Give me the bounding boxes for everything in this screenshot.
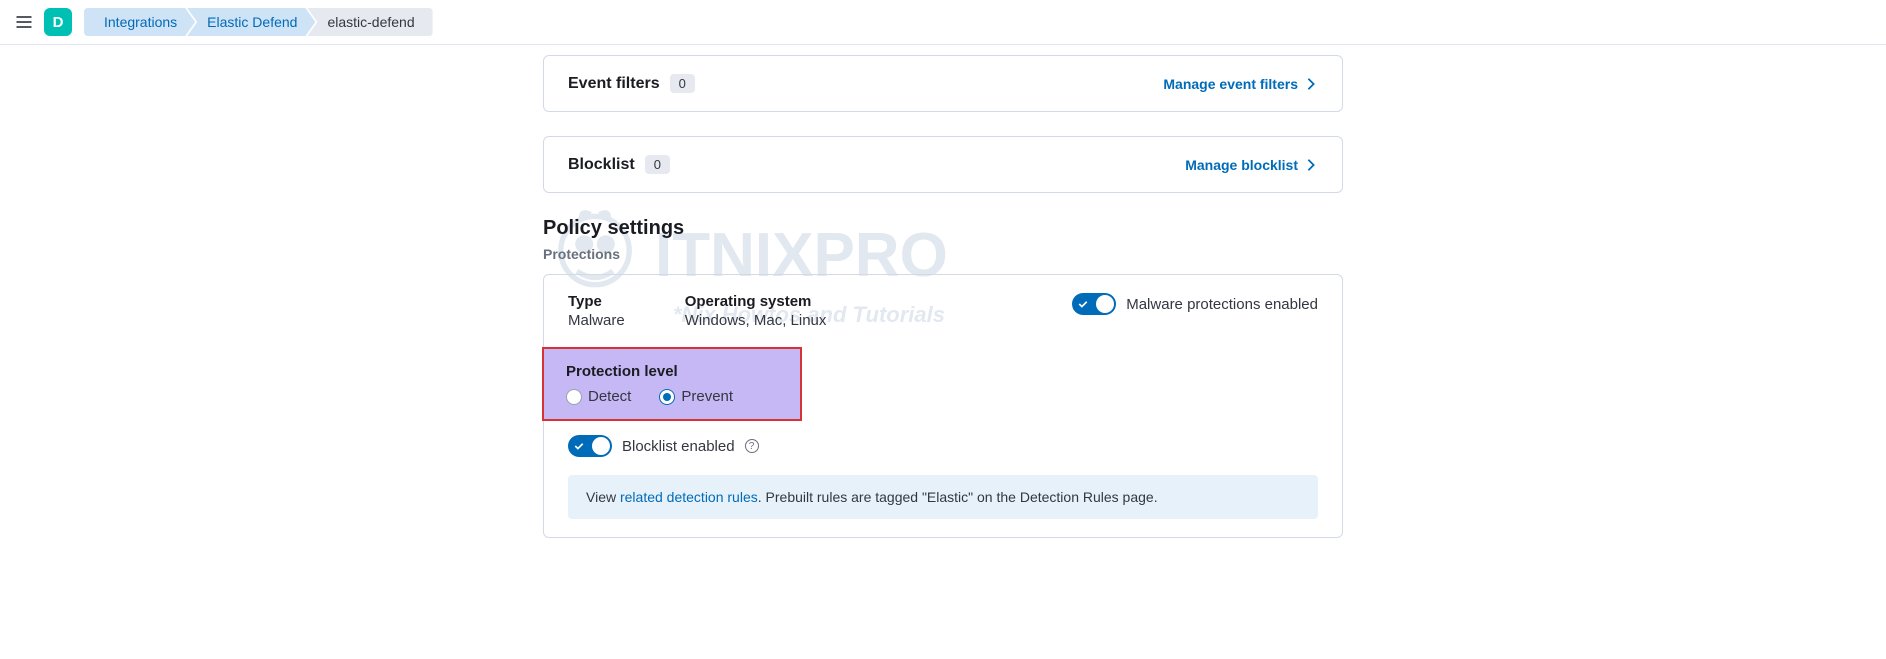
blocklist-title: Blocklist <box>568 156 635 174</box>
manage-event-filters-link[interactable]: Manage event filters <box>1163 76 1318 92</box>
hamburger-menu-icon[interactable] <box>12 10 36 34</box>
callout-prefix: View <box>586 489 620 505</box>
breadcrumb-elastic-defend[interactable]: Elastic Defend <box>187 8 315 36</box>
os-label: Operating system <box>685 293 827 310</box>
prevent-radio[interactable] <box>659 389 675 405</box>
policy-settings-heading: Policy settings <box>543 217 1343 240</box>
chevron-right-icon <box>1304 158 1318 172</box>
blocklist-toggle-label: Blocklist enabled <box>622 438 735 455</box>
prevent-radio-option[interactable]: Prevent <box>659 388 733 405</box>
event-filters-panel: Event filters 0 Manage event filters <box>543 55 1343 112</box>
protection-level-highlight: Protection level Detect Prevent <box>542 347 802 421</box>
malware-protections-toggle[interactable] <box>1072 293 1116 315</box>
type-row: Type Malware Operating system Windows, M… <box>544 275 1342 347</box>
chevron-right-icon <box>1304 77 1318 91</box>
top-header: D Integrations Elastic Defend elastic-de… <box>0 0 1886 45</box>
type-value: Malware <box>568 312 625 329</box>
main-content: Event filters 0 Manage event filters Blo… <box>543 45 1343 538</box>
breadcrumb-integrations[interactable]: Integrations <box>84 8 195 36</box>
blocklist-count: 0 <box>645 155 670 174</box>
blocklist-enabled-row: Blocklist enabled ? <box>544 421 1342 471</box>
check-icon <box>1077 298 1089 310</box>
blocklist-panel: Blocklist 0 Manage blocklist <box>543 136 1343 193</box>
breadcrumb: Integrations Elastic Defend elastic-defe… <box>80 8 433 36</box>
callout-suffix: . Prebuilt rules are tagged "Elastic" on… <box>758 489 1158 505</box>
event-filters-title: Event filters <box>568 75 660 93</box>
protections-subheading: Protections <box>543 246 1343 262</box>
space-selector[interactable]: D <box>44 8 72 36</box>
malware-toggle-label: Malware protections enabled <box>1126 296 1318 313</box>
manage-blocklist-label: Manage blocklist <box>1185 157 1298 173</box>
info-icon[interactable]: ? <box>745 439 759 453</box>
detect-label: Detect <box>588 388 631 405</box>
check-icon <box>573 440 585 452</box>
breadcrumb-current: elastic-defend <box>307 8 432 36</box>
type-label: Type <box>568 293 625 310</box>
protections-panel: Type Malware Operating system Windows, M… <box>543 274 1343 538</box>
related-detection-rules-link[interactable]: related detection rules <box>620 489 758 505</box>
event-filters-count: 0 <box>670 74 695 93</box>
detect-radio[interactable] <box>566 389 582 405</box>
manage-blocklist-link[interactable]: Manage blocklist <box>1185 157 1318 173</box>
blocklist-enabled-toggle[interactable] <box>568 435 612 457</box>
os-value: Windows, Mac, Linux <box>685 312 827 329</box>
protection-level-label: Protection level <box>566 363 778 380</box>
manage-event-filters-label: Manage event filters <box>1163 76 1298 92</box>
detection-rules-callout: View related detection rules. Prebuilt r… <box>568 475 1318 519</box>
detect-radio-option[interactable]: Detect <box>566 388 631 405</box>
prevent-label: Prevent <box>681 388 733 405</box>
